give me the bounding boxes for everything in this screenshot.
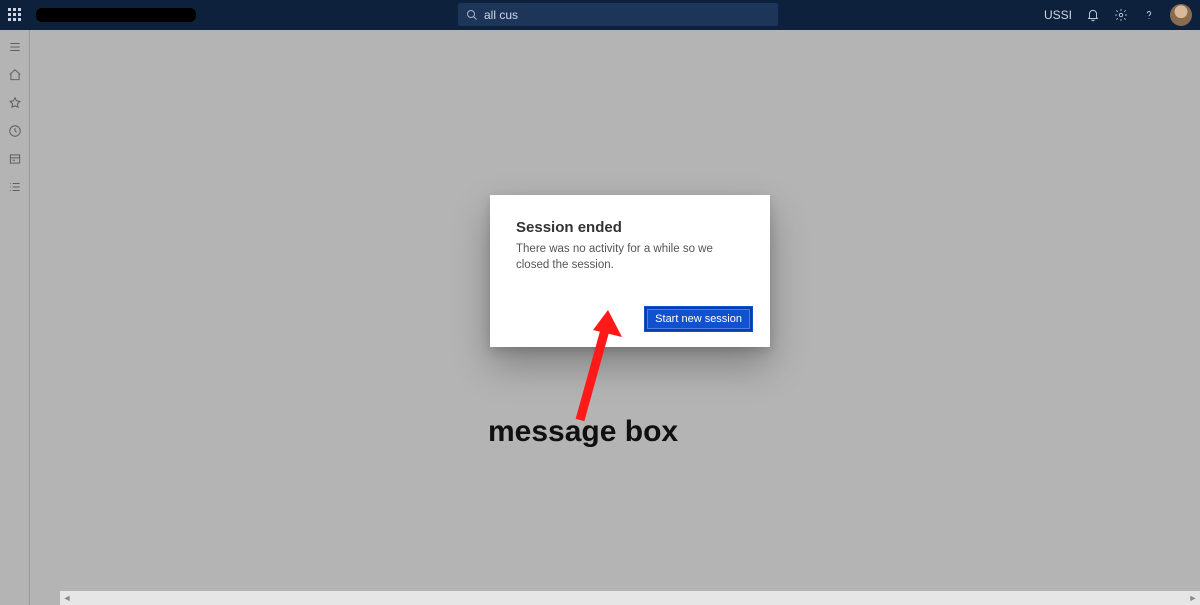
annotation-label: message box (488, 415, 678, 449)
star-icon[interactable] (8, 96, 22, 110)
scroll-left-icon[interactable]: ◄ (60, 591, 74, 605)
home-icon[interactable] (8, 68, 22, 82)
search-icon (466, 9, 478, 21)
org-label[interactable]: USSI (1044, 8, 1072, 22)
left-nav-rail (0, 30, 30, 605)
user-avatar[interactable] (1170, 4, 1192, 26)
list-icon[interactable] (8, 180, 22, 194)
search-input[interactable] (484, 8, 770, 22)
start-new-session-button[interactable]: Start new session (645, 307, 752, 331)
global-search[interactable] (458, 3, 778, 26)
gear-icon[interactable] (1114, 8, 1128, 22)
help-icon[interactable] (1142, 8, 1156, 22)
horizontal-scrollbar[interactable]: ◄ ► (60, 591, 1200, 605)
app-launcher-icon[interactable] (8, 8, 22, 22)
workspace-icon[interactable] (8, 152, 22, 166)
brand-redacted (36, 8, 196, 22)
dialog-title: Session ended (516, 219, 744, 236)
recent-icon[interactable] (8, 124, 22, 138)
hamburger-icon[interactable] (8, 40, 22, 54)
bell-icon[interactable] (1086, 8, 1100, 22)
scroll-right-icon[interactable]: ► (1186, 591, 1200, 605)
annotation-arrow (550, 305, 640, 425)
dialog-message: There was no activity for a while so we … (516, 242, 744, 273)
content-area: Session ended There was no activity for … (30, 30, 1200, 605)
top-nav-bar: USSI (0, 0, 1200, 30)
